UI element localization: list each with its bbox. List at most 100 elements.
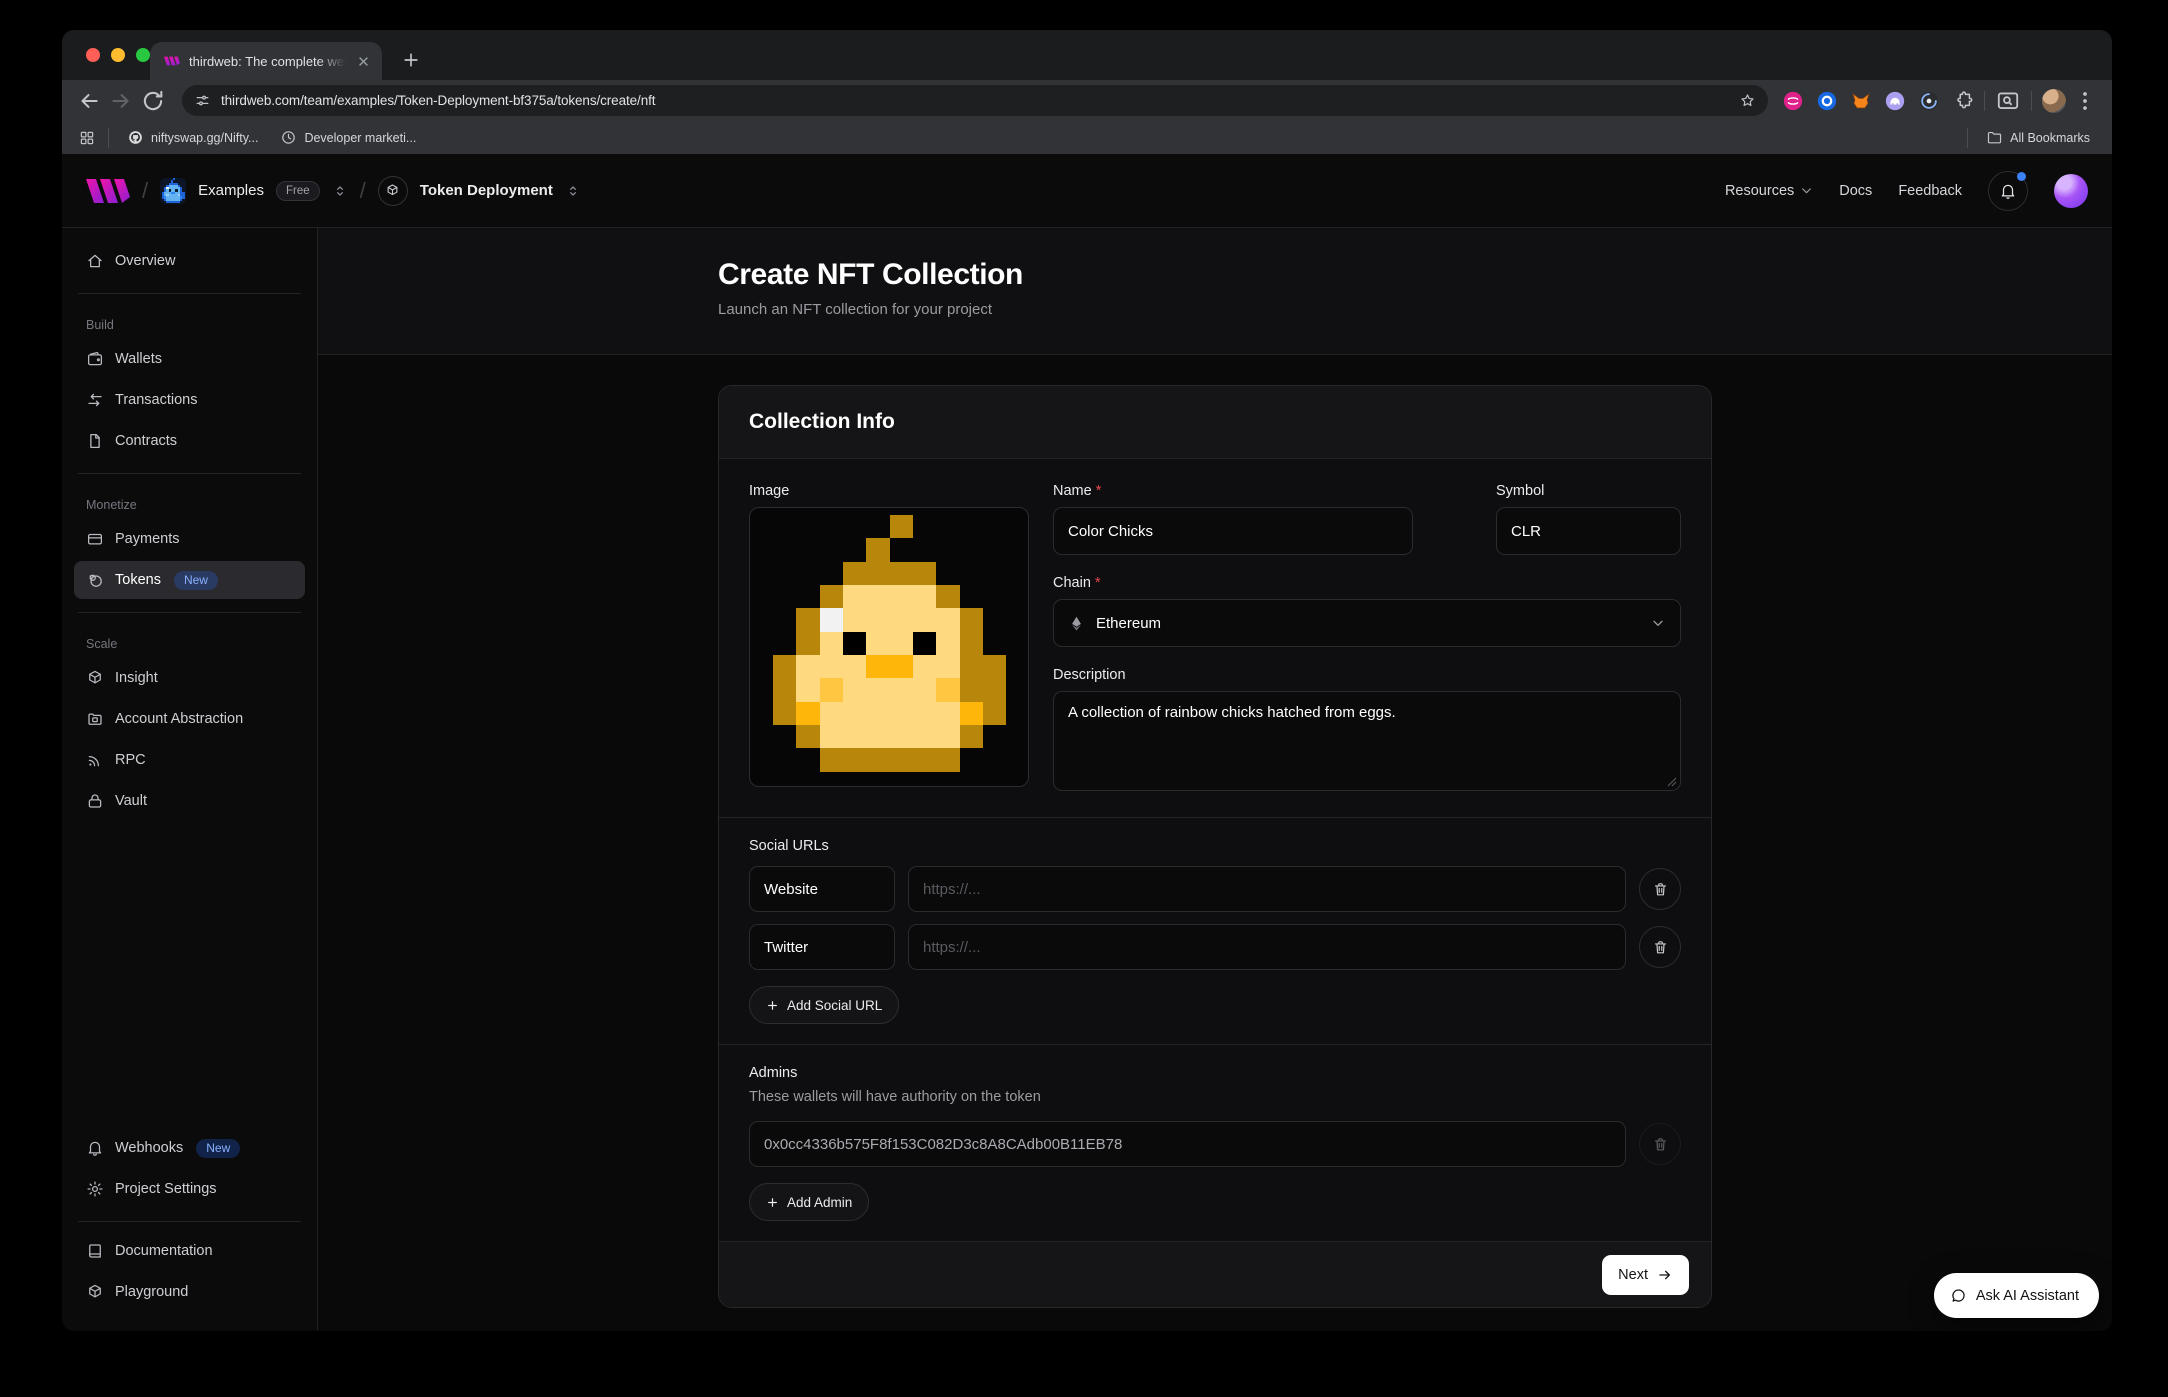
sidebar-item-tokens[interactable]: TokensNew bbox=[74, 561, 305, 599]
maximize-window-button[interactable] bbox=[136, 48, 150, 62]
resize-handle[interactable] bbox=[1667, 777, 1677, 787]
notifications-button[interactable] bbox=[1988, 171, 2028, 211]
wave-extension-icon[interactable] bbox=[1782, 90, 1804, 112]
all-bookmarks-button[interactable]: All Bookmarks bbox=[1980, 129, 2096, 146]
card-footer: Next bbox=[719, 1241, 1711, 1307]
project-switcher-icon[interactable] bbox=[565, 183, 581, 199]
back-button[interactable] bbox=[76, 88, 102, 114]
sidebar-item-label: Overview bbox=[115, 253, 175, 269]
description-field: Description A collection of rainbow chic… bbox=[1053, 667, 1681, 791]
sidebar-item-label: Account Abstraction bbox=[115, 711, 243, 727]
social-platform-input[interactable] bbox=[749, 866, 895, 912]
sidebar-item-rpc[interactable]: RPC bbox=[74, 741, 305, 779]
sidebar-divider bbox=[78, 473, 301, 474]
bookmark-label: Developer marketi... bbox=[304, 131, 416, 145]
sidebar-item-account-abstraction[interactable]: Account Abstraction bbox=[74, 700, 305, 738]
site-settings-icon[interactable] bbox=[194, 92, 211, 109]
name-input[interactable] bbox=[1053, 507, 1413, 555]
resources-menu[interactable]: Resources bbox=[1725, 183, 1813, 199]
tab-close-icon[interactable] bbox=[355, 53, 372, 70]
side-panel-search-icon[interactable] bbox=[1995, 88, 2021, 114]
delete-social-url-button[interactable] bbox=[1639, 926, 1681, 968]
browser-profile-avatar[interactable] bbox=[2042, 89, 2066, 113]
ask-ai-assistant-button[interactable]: Ask AI Assistant bbox=[1934, 1273, 2099, 1318]
chain-select[interactable]: Ethereum bbox=[1053, 599, 1681, 647]
folder-icon bbox=[86, 710, 104, 728]
social-platform-input[interactable] bbox=[749, 924, 895, 970]
project-name[interactable]: Token Deployment bbox=[420, 182, 553, 199]
timer-extension-icon[interactable] bbox=[1918, 90, 1940, 112]
sidebar-item-label: Wallets bbox=[115, 351, 162, 367]
browser-window: thirdweb: The complete web3 thirdweb.com… bbox=[62, 30, 2112, 1331]
sidebar-item-insight[interactable]: Insight bbox=[74, 659, 305, 697]
apps-grid-icon[interactable] bbox=[78, 129, 96, 147]
delete-social-url-button[interactable] bbox=[1639, 868, 1681, 910]
sidebar-item-contracts[interactable]: Contracts bbox=[74, 422, 305, 460]
sidebar-item-payments[interactable]: Payments bbox=[74, 520, 305, 558]
pixel-art-chick bbox=[162, 178, 185, 203]
browser-tab[interactable]: thirdweb: The complete web3 bbox=[150, 42, 382, 80]
admins-label: Admins bbox=[749, 1065, 1681, 1081]
add-social-url-button[interactable]: Add Social URL bbox=[749, 986, 899, 1024]
symbol-input[interactable] bbox=[1496, 507, 1681, 555]
new-badge: New bbox=[196, 1139, 240, 1158]
sidebar-item-vault[interactable]: Vault bbox=[74, 782, 305, 820]
name-label: Name bbox=[1053, 483, 1092, 499]
sidebar-divider bbox=[78, 293, 301, 294]
docs-link[interactable]: Docs bbox=[1839, 183, 1872, 199]
admins-section: Admins These wallets will have authority… bbox=[719, 1044, 1711, 1241]
delete-admin-button bbox=[1639, 1123, 1681, 1165]
reload-button[interactable] bbox=[140, 88, 166, 114]
thirdweb-logo[interactable] bbox=[86, 177, 130, 205]
sidebar-item-playground[interactable]: Playground bbox=[74, 1273, 305, 1311]
close-window-button[interactable] bbox=[86, 48, 100, 62]
bookmark-star-icon[interactable] bbox=[1739, 92, 1756, 109]
bookmark-item[interactable]: niftyswap.gg/Nifty... bbox=[121, 129, 264, 146]
browser-menu-icon[interactable] bbox=[2072, 88, 2098, 114]
sidebar-item-overview[interactable]: Overview bbox=[74, 242, 305, 280]
team-avatar[interactable] bbox=[160, 178, 186, 204]
phantom-icon[interactable] bbox=[1884, 90, 1906, 112]
description-input[interactable]: A collection of rainbow chicks hatched f… bbox=[1053, 691, 1681, 791]
bookmarks-divider bbox=[1967, 128, 1968, 148]
collection-image-preview[interactable] bbox=[749, 507, 1029, 787]
minimize-window-button[interactable] bbox=[111, 48, 125, 62]
next-button[interactable]: Next bbox=[1602, 1255, 1689, 1295]
extensions-puzzle-icon[interactable] bbox=[1952, 90, 1974, 112]
chevron-down-icon bbox=[1650, 615, 1666, 631]
team-switcher-icon[interactable] bbox=[332, 183, 348, 199]
admin-wallet-input[interactable] bbox=[749, 1121, 1626, 1167]
tab-strip: thirdweb: The complete web3 bbox=[62, 30, 2112, 80]
sidebar-item-label: RPC bbox=[115, 752, 146, 768]
sidebar-item-wallets[interactable]: Wallets bbox=[74, 340, 305, 378]
user-avatar[interactable] bbox=[2054, 174, 2088, 208]
team-name[interactable]: Examples bbox=[198, 182, 264, 199]
plan-badge: Free bbox=[276, 181, 320, 201]
browser-toolbar: thirdweb.com/team/examples/Token-Deploym… bbox=[62, 80, 2112, 121]
sidebar-item-webhooks[interactable]: WebhooksNew bbox=[74, 1129, 305, 1167]
social-url-input[interactable] bbox=[908, 924, 1626, 970]
home-icon bbox=[86, 252, 104, 270]
wallet-icon bbox=[86, 350, 104, 368]
sidebar-item-project-settings[interactable]: Project Settings bbox=[74, 1170, 305, 1208]
address-bar[interactable]: thirdweb.com/team/examples/Token-Deploym… bbox=[182, 85, 1768, 116]
thirdweb-favicon bbox=[164, 53, 180, 69]
feedback-link[interactable]: Feedback bbox=[1898, 183, 1962, 199]
bookmark-item[interactable]: Developer marketi... bbox=[274, 129, 422, 146]
contracts-icon bbox=[86, 432, 104, 450]
ring-extension-icon[interactable] bbox=[1816, 90, 1838, 112]
forward-button[interactable] bbox=[108, 88, 134, 114]
bookmarks-bar: niftyswap.gg/Nifty... Developer marketi..… bbox=[62, 121, 2112, 154]
sidebar-item-transactions[interactable]: Transactions bbox=[74, 381, 305, 419]
symbol-label: Symbol bbox=[1496, 483, 1681, 499]
add-admin-button[interactable]: Add Admin bbox=[749, 1183, 869, 1221]
breadcrumb: / Examples Free / Token Deployment bbox=[86, 176, 581, 206]
new-tab-button[interactable] bbox=[400, 49, 422, 71]
sidebar-section-label: Monetize bbox=[74, 484, 305, 520]
social-url-input[interactable] bbox=[908, 866, 1626, 912]
metamask-icon[interactable] bbox=[1850, 90, 1872, 112]
new-badge: New bbox=[174, 571, 218, 590]
url-text[interactable]: thirdweb.com/team/examples/Token-Deploym… bbox=[221, 93, 1729, 108]
site-top-nav: / Examples Free / Token Deployment Resou… bbox=[62, 154, 2112, 228]
sidebar-item-documentation[interactable]: Documentation bbox=[74, 1232, 305, 1270]
